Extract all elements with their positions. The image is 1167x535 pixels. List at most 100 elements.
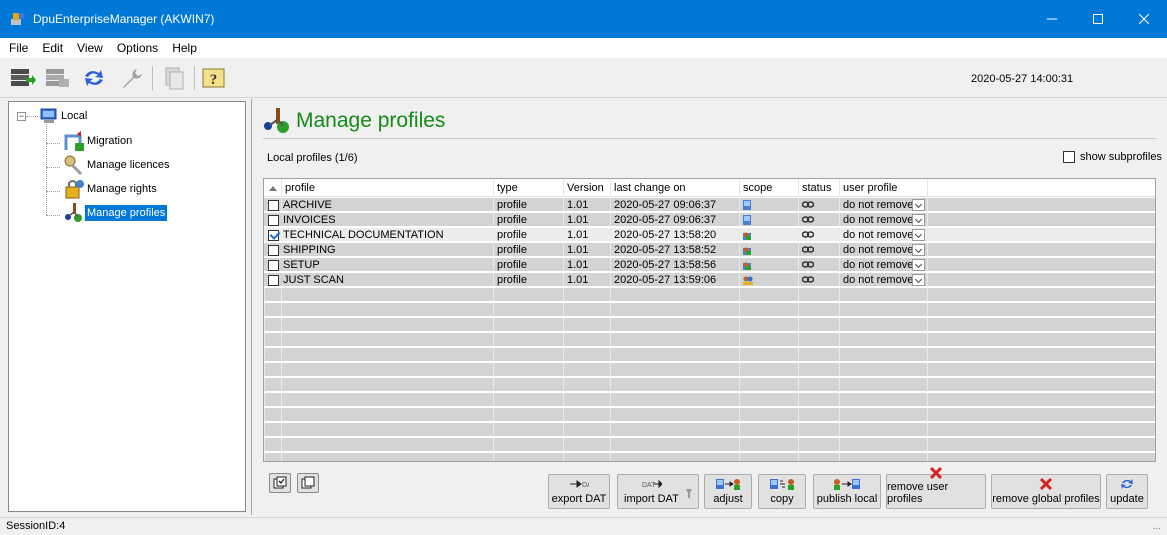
profile-version: 1.01 — [564, 213, 611, 227]
menu-file[interactable]: File — [2, 41, 35, 55]
column-header-user-profile[interactable]: user profile — [840, 179, 928, 197]
user-profile-value: do not remove — [843, 244, 914, 256]
close-button[interactable] — [1121, 0, 1167, 38]
svg-text:DAT: DAT — [642, 482, 656, 489]
row-checkbox[interactable] — [268, 214, 279, 226]
user-profile-value: do not remove — [843, 229, 914, 241]
import-dat-button[interactable]: DAT import DAT — [617, 474, 699, 509]
chevron-down-icon[interactable] — [912, 244, 925, 256]
profile-name: JUST SCAN — [283, 274, 344, 286]
session-id: SessionID:4 — [6, 520, 66, 532]
profiles-title-icon — [264, 108, 289, 133]
profile-last-change: 2020-05-27 13:59:06 — [611, 273, 740, 287]
table-row[interactable]: SHIPPING profile 1.01 2020-05-27 13:58:5… — [264, 243, 1155, 257]
checkbox-icon[interactable] — [1063, 151, 1075, 163]
settings-button[interactable] — [117, 64, 145, 92]
row-checkbox[interactable] — [268, 229, 279, 241]
connect-button[interactable] — [8, 64, 36, 92]
profiles-table: profile type Version last change on scop… — [263, 178, 1156, 462]
adjust-button[interactable]: adjust — [704, 474, 752, 509]
user-profile-dropdown[interactable]: do not remove — [840, 258, 928, 272]
row-checkbox[interactable] — [268, 274, 279, 286]
chevron-down-icon[interactable] — [912, 274, 925, 286]
export-dat-label: export DAT — [551, 493, 607, 505]
tree-collapse-toggle[interactable]: − — [17, 112, 26, 121]
row-checkbox[interactable] — [268, 244, 279, 256]
user-profile-dropdown[interactable]: do not remove — [840, 228, 928, 242]
scope-local-icon — [743, 215, 751, 225]
menu-bar: File Edit View Options Help — [0, 38, 1167, 58]
help-button[interactable]: ? — [200, 64, 228, 92]
table-row[interactable]: ARCHIVE profile 1.01 2020-05-27 09:06:37… — [264, 198, 1155, 212]
scope-local-icon — [743, 200, 751, 210]
update-button[interactable]: update — [1106, 474, 1148, 509]
profile-name: TECHNICAL DOCUMENTATION — [283, 229, 444, 241]
column-header-type[interactable]: type — [494, 179, 564, 197]
table-row[interactable]: SETUP profile 1.01 2020-05-27 13:58:56 d… — [264, 258, 1155, 272]
profile-type: profile — [494, 213, 564, 227]
app-icon — [11, 13, 25, 25]
minimize-button[interactable] — [1029, 0, 1075, 38]
tree-item-manage-licences[interactable]: Manage licences — [63, 155, 172, 175]
chevron-down-icon[interactable] — [912, 229, 925, 241]
empty-row — [264, 333, 1155, 347]
svg-text:DAT: DAT — [582, 482, 589, 489]
select-all-button[interactable] — [269, 473, 291, 493]
chevron-down-icon[interactable] — [912, 214, 925, 226]
deselect-all-button[interactable] — [297, 473, 319, 493]
remove-user-profiles-button[interactable]: remove user profiles — [886, 466, 986, 509]
refresh-button[interactable] — [80, 64, 108, 92]
column-header-last-change[interactable]: last change on — [611, 179, 740, 197]
column-header-profile[interactable]: profile — [282, 179, 494, 197]
clock-display: 2020-05-27 14:00:31 — [971, 73, 1074, 85]
refresh-icon — [85, 70, 103, 86]
document-button[interactable] — [160, 64, 188, 92]
tree-item-local[interactable]: Local — [39, 106, 89, 126]
document-icon — [165, 67, 184, 90]
maximize-button[interactable] — [1075, 0, 1121, 38]
user-profile-dropdown[interactable]: do not remove — [840, 243, 928, 257]
table-row[interactable]: INVOICES profile 1.01 2020-05-27 09:06:3… — [264, 213, 1155, 227]
row-checkbox[interactable] — [268, 199, 279, 211]
window-title: DpuEnterpriseManager (AKWIN7) — [33, 12, 215, 26]
tree-item-manage-rights[interactable]: Manage rights — [63, 179, 159, 199]
user-profile-value: do not remove — [843, 214, 914, 226]
tree-item-label: Migration — [87, 135, 133, 147]
chevron-down-icon[interactable] — [912, 259, 925, 271]
remove-icon — [929, 466, 943, 480]
empty-row — [264, 393, 1155, 407]
user-profile-dropdown[interactable]: do not remove — [840, 213, 928, 227]
update-label: update — [1110, 493, 1144, 505]
column-header-status[interactable]: status — [799, 179, 840, 197]
show-subprofiles-checkbox[interactable]: show subprofiles — [1063, 151, 1162, 163]
profile-name: ARCHIVE — [283, 199, 332, 211]
import-icon: DAT — [642, 479, 662, 489]
title-bar: DpuEnterpriseManager (AKWIN7) — [0, 0, 1167, 38]
export-dat-button[interactable]: DAT export DAT — [548, 474, 610, 509]
column-header-scope[interactable]: scope — [740, 179, 799, 197]
remove-global-profiles-button[interactable]: remove global profiles — [991, 474, 1101, 509]
row-checkbox[interactable] — [268, 259, 279, 271]
menu-options[interactable]: Options — [110, 41, 165, 55]
publish-local-button[interactable]: publish local — [813, 474, 881, 509]
user-profile-dropdown[interactable]: do not remove — [840, 273, 928, 287]
menu-view[interactable]: View — [70, 41, 110, 55]
menu-help[interactable]: Help — [165, 41, 204, 55]
tree-item-migration[interactable]: Migration — [63, 131, 134, 151]
sort-indicator-icon[interactable] — [264, 179, 282, 197]
user-profile-dropdown[interactable]: do not remove — [840, 198, 928, 212]
disconnect-button[interactable] — [43, 64, 71, 92]
show-subprofiles-label: show subprofiles — [1080, 151, 1162, 163]
chevron-down-icon[interactable] — [912, 199, 925, 211]
profile-name: SETUP — [283, 259, 320, 271]
link-status-icon — [802, 201, 814, 208]
table-row[interactable]: TECHNICAL DOCUMENTATION profile 1.01 202… — [264, 228, 1155, 242]
remove-global-profiles-label: remove global profiles — [992, 493, 1100, 505]
table-row[interactable]: JUST SCAN profile 1.01 2020-05-27 13:59:… — [264, 273, 1155, 287]
menu-edit[interactable]: Edit — [35, 41, 70, 55]
tree-item-manage-profiles[interactable]: Manage profiles — [63, 203, 168, 223]
link-status-icon — [802, 246, 814, 253]
copy-button[interactable]: copy — [758, 474, 806, 509]
resize-grip-icon[interactable]: ... — [1153, 518, 1161, 535]
column-header-version[interactable]: Version — [564, 179, 611, 197]
